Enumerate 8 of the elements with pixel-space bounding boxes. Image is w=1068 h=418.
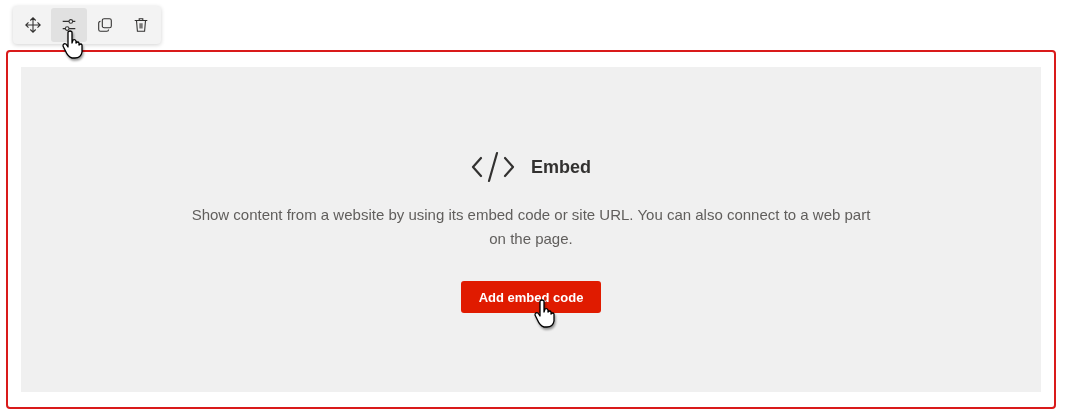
delete-icon (132, 16, 150, 34)
code-icon (471, 151, 515, 183)
settings-icon (60, 16, 78, 34)
description-text: Show content from a website by using its embed code or site URL. You can also connect to a web part on the page. (191, 205, 871, 249)
web-part-title: Embed (531, 156, 591, 178)
add-embed-code-button[interactable]: Add embed code (460, 281, 602, 313)
duplicate-icon (96, 16, 114, 34)
move-icon (24, 16, 42, 34)
